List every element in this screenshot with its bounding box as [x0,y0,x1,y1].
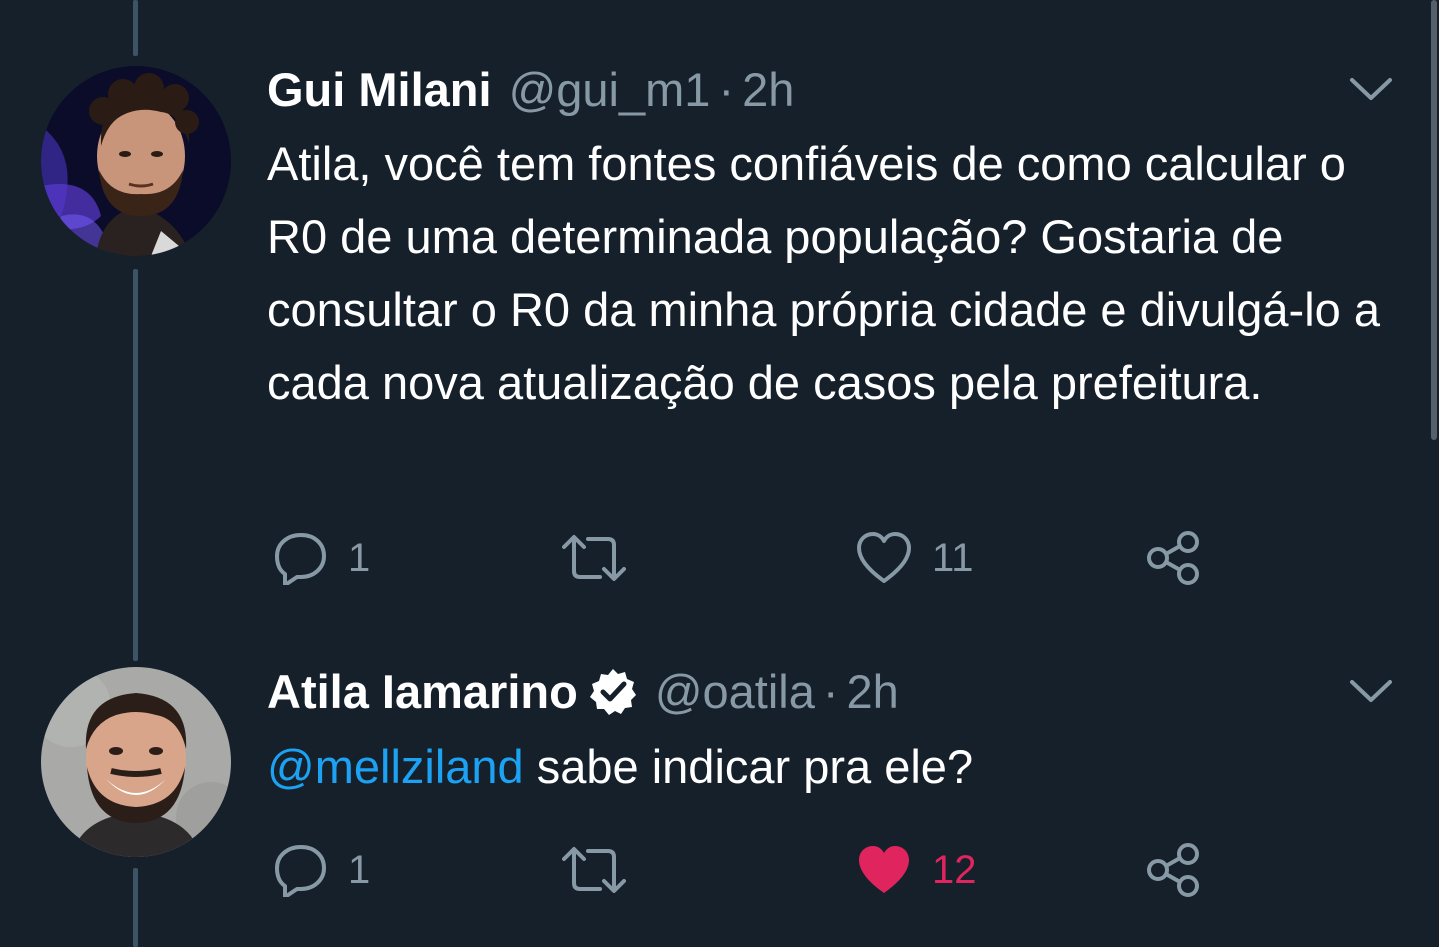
mention-link[interactable]: @mellziland [267,740,524,793]
user-handle[interactable]: @gui_m1 [509,62,711,118]
like-count: 12 [932,847,977,892]
reply-icon [275,533,326,585]
like-button[interactable]: 12 [856,842,977,898]
reply-icon [275,845,326,897]
thread-line-bottom [133,868,138,947]
timestamp[interactable]: 2h [847,664,899,720]
retweet-icon [562,847,626,893]
retweet-button[interactable] [562,842,646,898]
heart-icon [857,532,911,583]
tweet-header: Gui Milani @gui_m1 · 2h [267,62,794,118]
display-name[interactable]: Atila Iamarino [267,664,578,720]
retweet-button[interactable] [562,530,646,586]
share-icon [1147,843,1199,897]
tweet-header: Atila Iamarino @oatila · 2h [267,664,899,720]
like-button[interactable]: 11 [856,530,974,586]
tweet-text-body: sabe indicar pra ele? [523,740,974,793]
thread-line-top [133,0,138,56]
reply-button[interactable]: 1 [274,842,370,898]
share-icon [1147,531,1199,585]
tweet-text: Atila, você tem fontes confiáveis de com… [267,137,1380,409]
chevron-down-icon[interactable] [1348,676,1394,706]
share-button[interactable] [1146,530,1204,586]
reply-count: 1 [348,847,371,892]
share-button[interactable] [1146,842,1204,898]
scrollbar-thumb[interactable] [1431,0,1437,440]
verified-badge-icon [589,669,636,715]
tweet-text: @mellziland sabe indicar pra ele? [267,730,1387,803]
avatar[interactable] [41,667,231,857]
reply-button[interactable]: 1 [274,530,370,586]
scrollbar[interactable] [1427,0,1439,947]
like-count: 11 [932,535,974,580]
reply-count: 1 [348,535,371,580]
avatar[interactable] [41,66,231,256]
thread-line-middle [133,269,138,661]
retweet-icon [562,535,626,581]
timestamp[interactable]: 2h [742,62,794,118]
separator-dot: · [718,63,735,116]
chevron-down-icon[interactable] [1348,74,1394,104]
display-name[interactable]: Gui Milani [267,62,492,118]
user-handle[interactable]: @oatila [655,664,815,720]
heart-icon [859,846,909,893]
separator-dot: · [822,665,839,718]
